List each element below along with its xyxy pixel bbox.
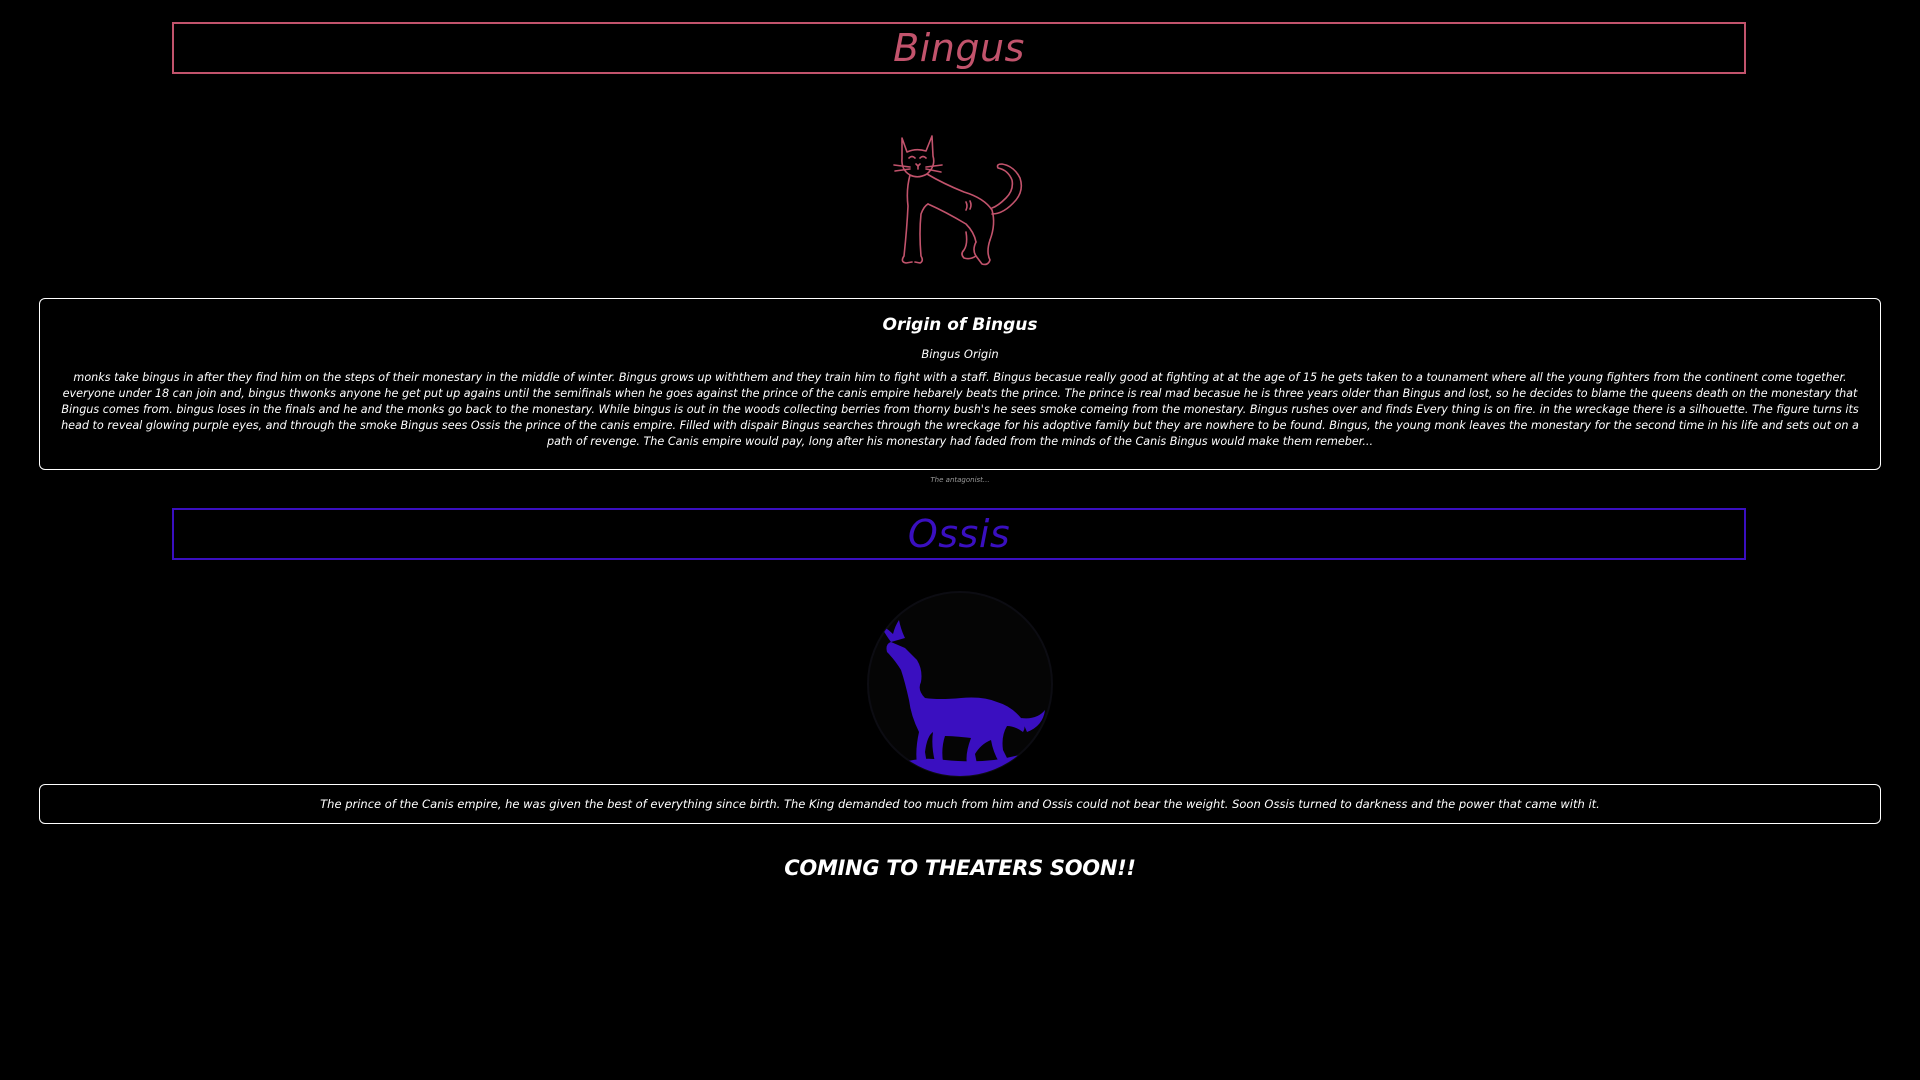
coming-soon-announcement: COMING TO THEATERS SOON!!: [784, 856, 1136, 880]
ossis-description-card: The prince of the Canis empire, he was g…: [39, 784, 1881, 824]
antagonist-teaser: The antagonist...: [930, 476, 990, 484]
cat-outline-icon: [893, 135, 1023, 266]
bingus-title: Bingus: [893, 26, 1025, 70]
ossis-title-box: Ossis: [172, 508, 1746, 560]
page: Bingus Origin of Bingus Bingus Origin mo…: [0, 0, 1920, 1080]
ossis-title: Ossis: [907, 512, 1011, 556]
bingus-image: [0, 128, 1920, 278]
bingus-origin-card: Origin of Bingus Bingus Origin monks tak…: [39, 298, 1881, 470]
ossis-description-text: The prince of the Canis empire, he was g…: [320, 797, 1600, 811]
howling-wolf-icon: [867, 591, 1053, 777]
ossis-image: [0, 586, 1920, 782]
bingus-title-box: Bingus: [172, 22, 1746, 74]
origin-heading: Origin of Bingus: [882, 315, 1038, 335]
origin-story-text: monks take bingus in after they find him…: [61, 371, 1859, 448]
origin-subheading: Bingus Origin: [921, 347, 999, 361]
